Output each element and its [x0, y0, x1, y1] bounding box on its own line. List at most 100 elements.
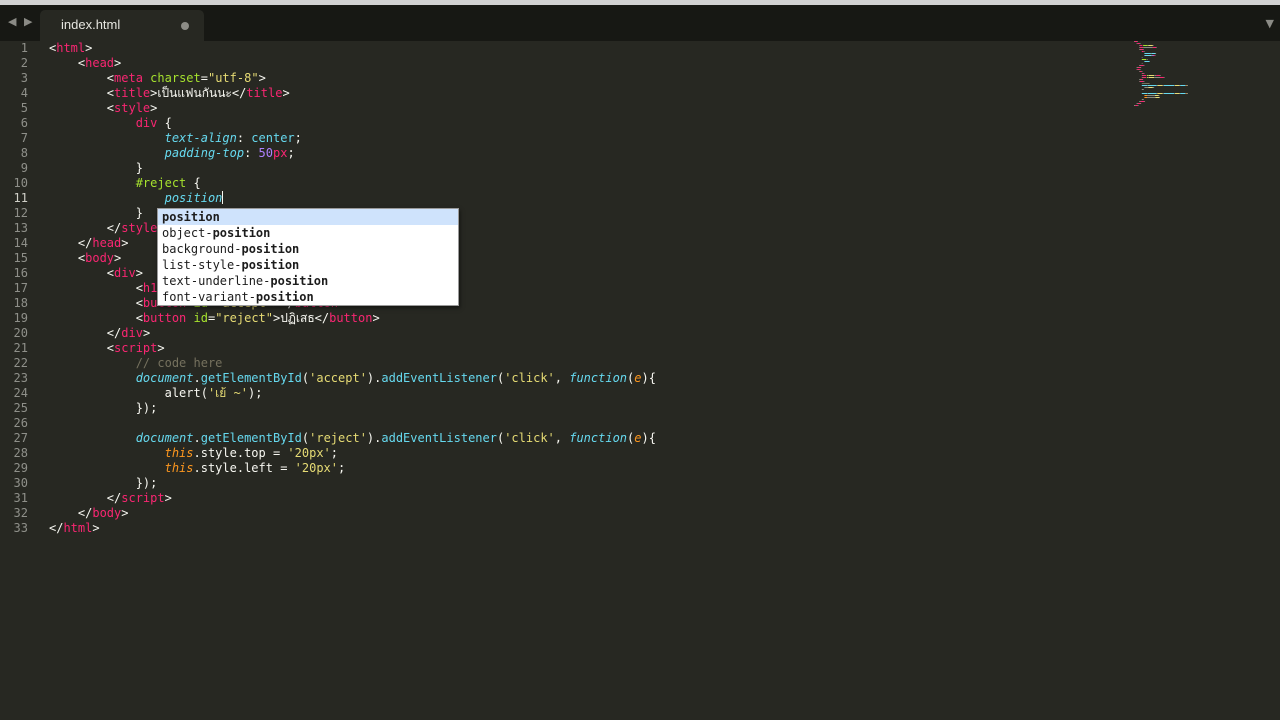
- minimap-mark: [1143, 49, 1144, 50]
- minimap-mark: [1144, 53, 1151, 54]
- code-line[interactable]: <button id="reject">ปฏิเสธ</button>: [49, 311, 380, 326]
- code-line[interactable]: #reject {: [49, 176, 201, 191]
- code-line[interactable]: padding-top: 50px;: [49, 146, 295, 161]
- minimap-mark: [1135, 105, 1138, 106]
- code-line[interactable]: }: [49, 161, 143, 176]
- tab-menu-chevron-down-icon[interactable]: ▼: [1266, 17, 1274, 30]
- code-token: function: [569, 371, 628, 385]
- minimap-mark: [1174, 93, 1175, 94]
- code-line[interactable]: </html>: [49, 521, 100, 536]
- minimap[interactable]: [1134, 40, 1224, 110]
- minimap-mark: [1141, 75, 1143, 76]
- chevron-left-icon[interactable]: ◀: [8, 16, 16, 28]
- code-line[interactable]: </script>: [49, 491, 172, 506]
- code-token: >: [372, 311, 380, 325]
- code-line[interactable]: });: [49, 476, 158, 491]
- minimap-mark: [1152, 87, 1155, 88]
- minimap-mark: [1139, 81, 1144, 82]
- minimap-mark: [1137, 105, 1139, 106]
- autocomplete-match: position: [270, 274, 329, 288]
- code-editor[interactable]: <html> <head> <meta charset="utf-8"> <ti…: [0, 41, 1280, 720]
- minimap-mark: [1144, 101, 1146, 102]
- code-line[interactable]: <style>: [49, 101, 158, 116]
- code-line[interactable]: <html>: [49, 41, 92, 56]
- minimap-mark: [1151, 55, 1153, 56]
- code-token: >: [282, 86, 290, 100]
- chevron-right-icon[interactable]: ▶: [24, 16, 32, 28]
- autocomplete-item[interactable]: text-underline-position: [158, 273, 458, 289]
- code-line[interactable]: </div>: [49, 326, 150, 341]
- code-line[interactable]: <body>: [49, 251, 121, 266]
- code-line[interactable]: <head>: [49, 56, 121, 71]
- minimap-mark: [1148, 75, 1155, 76]
- minimap-mark: [1141, 93, 1147, 94]
- minimap-mark: [1154, 75, 1157, 76]
- code-line[interactable]: document.getElementById('reject').addEve…: [49, 431, 656, 446]
- code-line[interactable]: <script>: [49, 341, 165, 356]
- code-token: document: [135, 371, 194, 385]
- code-token: padding-top: [164, 146, 245, 160]
- code-line[interactable]: // code here: [49, 356, 223, 371]
- code-line[interactable]: });: [49, 401, 158, 416]
- code-line[interactable]: position: [49, 191, 224, 206]
- code-token: ){: [641, 431, 656, 445]
- minimap-mark: [1144, 95, 1147, 96]
- code-token: >: [164, 491, 172, 505]
- code-token: {: [157, 116, 172, 130]
- code-token: id: [193, 311, 208, 325]
- minimap-mark: [1144, 61, 1150, 62]
- minimap-mark: [1154, 77, 1160, 78]
- code-line[interactable]: </style>: [49, 221, 165, 236]
- code-token: <: [49, 251, 86, 265]
- autocomplete-prefix: text-underline-: [162, 274, 271, 288]
- code-line[interactable]: text-align: center;: [49, 131, 302, 146]
- code-line[interactable]: <div>: [49, 266, 143, 281]
- code-line[interactable]: this.style.left = '20px';: [49, 461, 346, 476]
- code-token: e: [634, 371, 642, 385]
- code-token: button: [329, 311, 373, 325]
- code-line[interactable]: div {: [49, 116, 172, 131]
- minimap-mark: [1139, 45, 1140, 46]
- minimap-mark: [1186, 93, 1187, 94]
- autocomplete-item[interactable]: position: [158, 209, 458, 225]
- code-line[interactable]: alert('เย้ ~');: [49, 386, 263, 401]
- code-line[interactable]: </body>: [49, 506, 129, 521]
- autocomplete-item[interactable]: font-variant-position: [158, 289, 458, 305]
- code-token: ).: [366, 431, 382, 445]
- code-line[interactable]: this.style.top = '20px';: [49, 446, 338, 461]
- code-token: addEventListener: [381, 371, 497, 385]
- code-line[interactable]: </head>: [49, 236, 129, 251]
- autocomplete-item[interactable]: background-position: [158, 241, 458, 257]
- minimap-mark: [1155, 53, 1157, 54]
- code-token: >: [85, 41, 93, 55]
- minimap-mark: [1139, 101, 1141, 102]
- minimap-mark: [1151, 53, 1156, 54]
- minimap-mark: [1154, 75, 1155, 76]
- code-token: ,: [554, 371, 570, 385]
- minimap-mark: [1141, 83, 1150, 84]
- code-line[interactable]: <h1>: [49, 281, 165, 296]
- tab-index-html[interactable]: index.html: [40, 10, 204, 41]
- minimap-mark: [1136, 43, 1138, 44]
- minimap-mark: [1139, 79, 1141, 80]
- minimap-mark: [1144, 51, 1146, 52]
- code-token: text-align: [164, 131, 237, 145]
- code-token: </: [49, 236, 93, 250]
- autocomplete-item[interactable]: object-position: [158, 225, 458, 241]
- code-line[interactable]: }: [49, 206, 143, 221]
- minimap-mark: [1141, 59, 1147, 60]
- autocomplete-item[interactable]: list-style-position: [158, 257, 458, 273]
- minimap-mark: [1139, 47, 1144, 48]
- minimap-mark: [1147, 95, 1155, 96]
- text-cursor: [222, 191, 224, 204]
- minimap-mark: [1152, 55, 1154, 56]
- unsaved-indicator-icon[interactable]: [181, 22, 189, 30]
- minimap-mark: [1147, 77, 1149, 78]
- minimap-mark: [1137, 69, 1140, 70]
- code-line[interactable]: document.getElementById('accept').addEve…: [49, 371, 656, 386]
- code-line[interactable]: <title>เป็นแฟนกันนะ</title>: [49, 86, 290, 101]
- code-line[interactable]: <meta charset="utf-8">: [49, 71, 266, 86]
- minimap-mark: [1147, 85, 1157, 86]
- minimap-mark: [1137, 43, 1140, 44]
